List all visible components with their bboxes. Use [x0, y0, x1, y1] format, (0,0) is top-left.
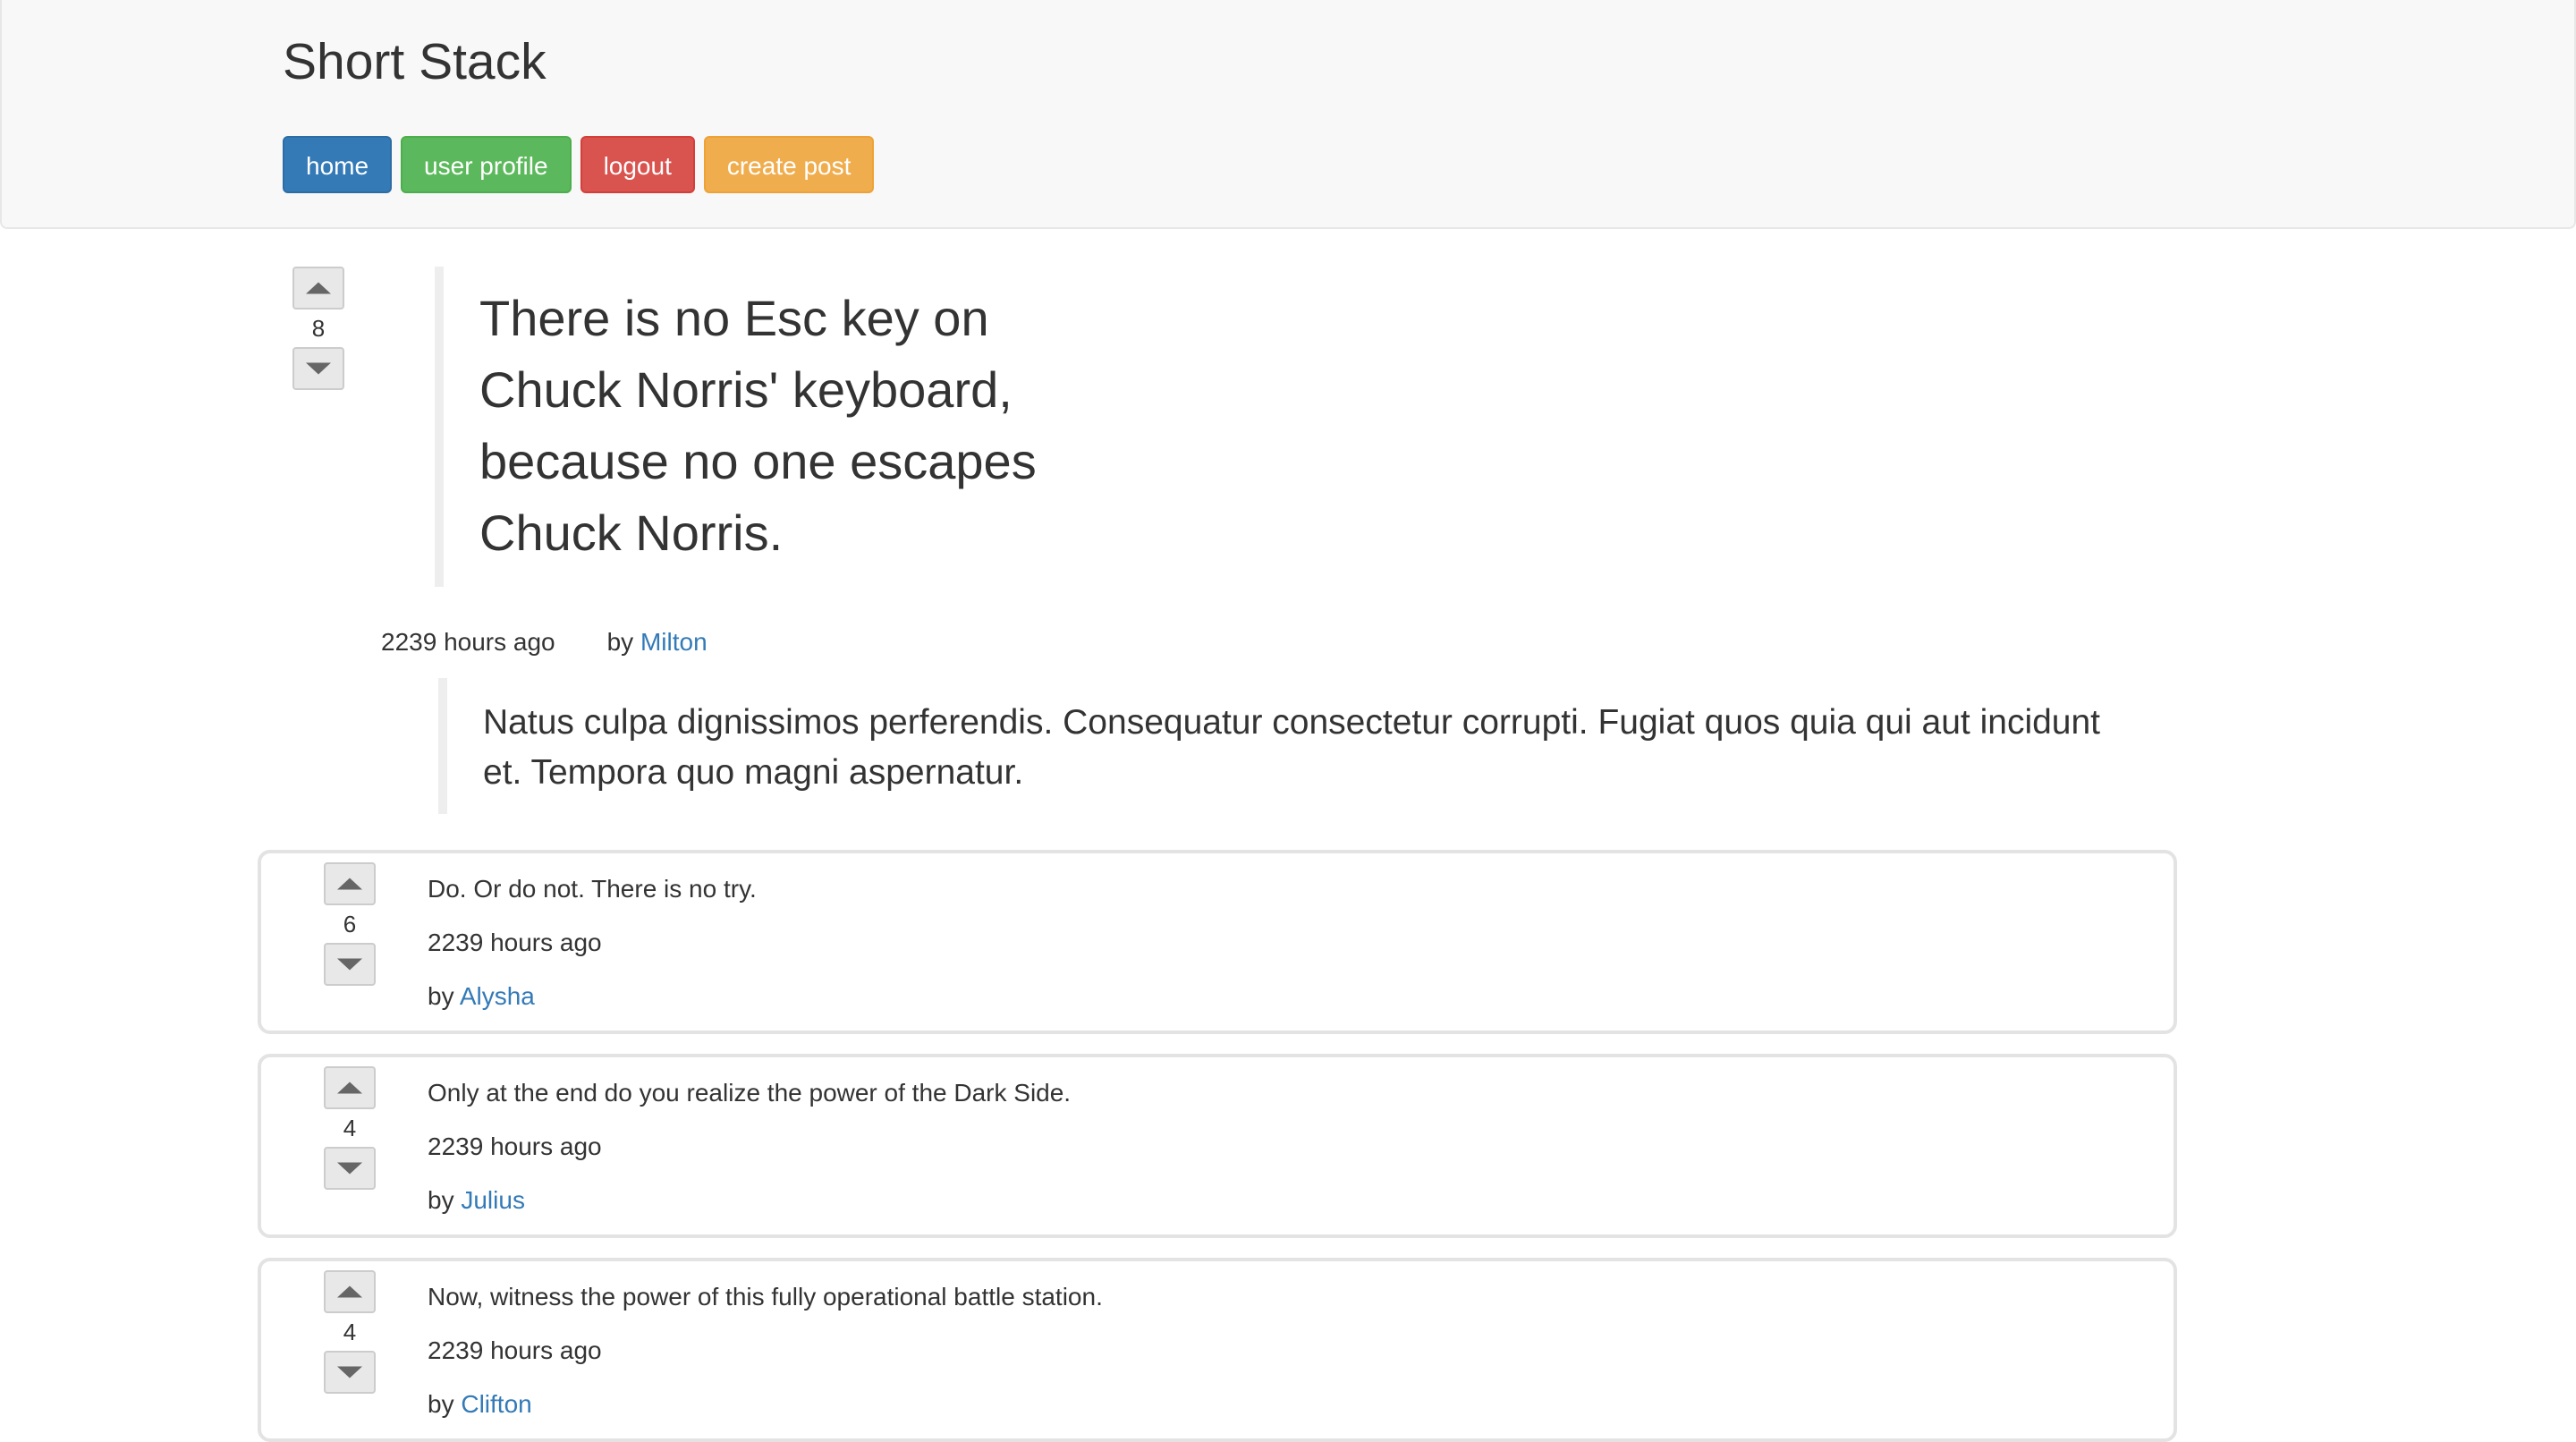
triangle-down-icon — [306, 362, 331, 375]
comment-card: 4 Now, witness the power of this fully o… — [258, 1258, 2177, 1442]
home-button[interactable]: home — [283, 136, 393, 193]
post-vote-count: 8 — [311, 315, 326, 342]
post-quote: There is no Esc key on Chuck Norris' key… — [435, 267, 1079, 587]
comment-byline: by Julius — [428, 1174, 1071, 1227]
comment-author-link[interactable]: Alysha — [460, 982, 535, 1010]
navbar: Short Stack home user profile logout cre… — [0, 0, 2576, 229]
post-description-text: Natus culpa dignissimos perferendis. Con… — [483, 703, 2101, 792]
post-by-label: by — [606, 628, 634, 656]
post-meta: 2239 hours ago by Milton — [381, 624, 708, 660]
comment-by-label: by — [428, 1186, 454, 1214]
comment-body: Do. Or do not. There is no try. 2239 hou… — [428, 862, 757, 1023]
comment-timestamp: 2239 hours ago — [428, 929, 602, 956]
triangle-up-icon — [337, 1285, 362, 1298]
comment-byline: by Alysha — [428, 970, 757, 1023]
comment-vote-count: 4 — [343, 1319, 357, 1345]
comment-byline: by Clifton — [428, 1378, 1103, 1431]
comment-by-label: by — [428, 1390, 454, 1418]
comment-timestamp: 2239 hours ago — [428, 1336, 602, 1364]
nav-buttons: home user profile logout create post — [283, 136, 875, 193]
comment-by-label: by — [428, 982, 454, 1010]
comment-author-link[interactable]: Clifton — [461, 1390, 531, 1418]
triangle-down-icon — [337, 958, 362, 971]
comment-vote-control: 4 — [322, 1066, 377, 1190]
triangle-down-icon — [337, 1162, 362, 1175]
comment-downvote-button[interactable] — [324, 1351, 376, 1394]
post-description: Natus culpa dignissimos perferendis. Con… — [438, 678, 2102, 814]
triangle-up-icon — [337, 878, 362, 890]
comment-vote-count: 4 — [343, 1115, 357, 1141]
user-profile-button[interactable]: user profile — [401, 136, 572, 193]
logout-button[interactable]: logout — [580, 136, 695, 193]
comment-author-link[interactable]: Julius — [461, 1186, 525, 1214]
comment-upvote-button[interactable] — [324, 862, 376, 905]
comment-downvote-button[interactable] — [324, 943, 376, 986]
comment-card: 6 Do. Or do not. There is no try. 2239 h… — [258, 850, 2177, 1034]
comment-upvote-button[interactable] — [324, 1066, 376, 1109]
comment-text: Only at the end do you realize the power… — [428, 1079, 1072, 1107]
post-vote-control: 8 — [291, 267, 346, 390]
comment-downvote-button[interactable] — [324, 1147, 376, 1190]
brand-title[interactable]: Short Stack — [283, 32, 547, 91]
comment-timestamp: 2239 hours ago — [428, 1132, 602, 1160]
comment-card: 4 Only at the end do you realize the pow… — [258, 1054, 2177, 1238]
comment-upvote-button[interactable] — [324, 1270, 376, 1313]
post-author-link[interactable]: Milton — [640, 628, 708, 656]
comment-body: Now, witness the power of this fully ope… — [428, 1270, 1103, 1431]
triangle-down-icon — [337, 1366, 362, 1378]
post-text: There is no Esc key on Chuck Norris' key… — [479, 290, 1037, 561]
comment-body: Only at the end do you realize the power… — [428, 1066, 1071, 1227]
comment-vote-count: 6 — [343, 911, 357, 937]
triangle-up-icon — [337, 1082, 362, 1094]
create-post-button[interactable]: create post — [703, 136, 875, 193]
triangle-up-icon — [306, 282, 331, 294]
post-downvote-button[interactable] — [292, 347, 344, 390]
post-timestamp: 2239 hours ago — [381, 628, 555, 656]
comment-text: Now, witness the power of this fully ope… — [428, 1283, 1103, 1311]
comment-text: Do. Or do not. There is no try. — [428, 875, 757, 903]
post-upvote-button[interactable] — [292, 267, 344, 310]
comment-vote-control: 6 — [322, 862, 377, 986]
comment-vote-control: 4 — [322, 1270, 377, 1394]
